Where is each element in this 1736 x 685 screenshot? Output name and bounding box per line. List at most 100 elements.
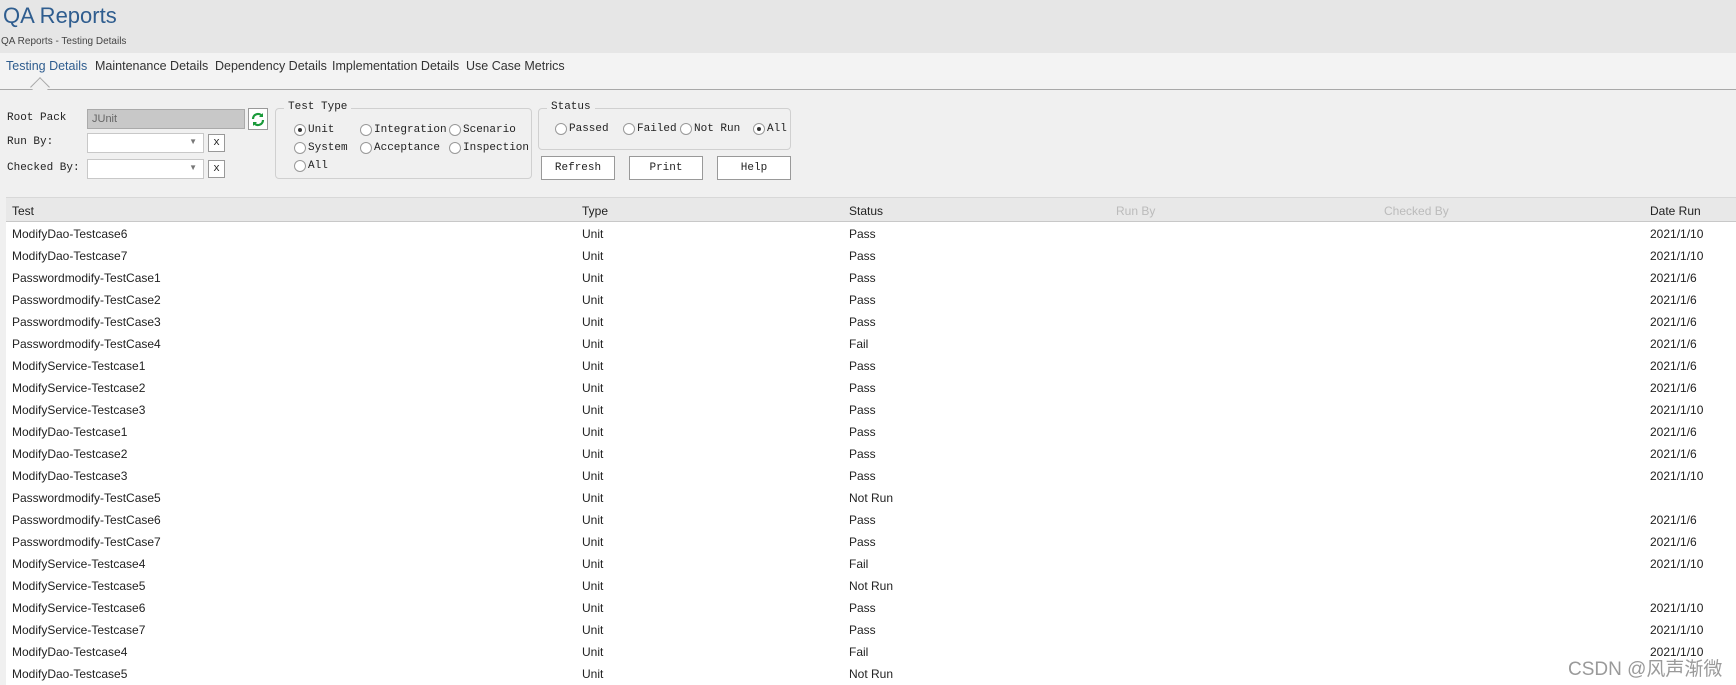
- tab-dependency-details[interactable]: Dependency Details: [215, 59, 327, 73]
- table-row[interactable]: Passwordmodify-TestCase6 Unit Pass 2021/1/6: [6, 509, 1736, 531]
- radio-label: Scenario: [463, 124, 516, 136]
- cell-status: Pass: [849, 447, 876, 461]
- radio-system[interactable]: System: [294, 142, 348, 154]
- breadcrumb: QA Reports - Testing Details: [1, 36, 127, 47]
- radio-unit[interactable]: Unit: [294, 124, 334, 136]
- radio-acceptance[interactable]: Acceptance: [360, 142, 440, 154]
- refresh-icon: [251, 112, 265, 127]
- radio-icon: [623, 123, 635, 135]
- table-row[interactable]: ModifyService-Testcase4 Unit Fail 2021/1/10: [6, 553, 1736, 575]
- radio-passed[interactable]: Passed: [555, 123, 609, 135]
- cell-type: Unit: [582, 623, 604, 637]
- table-row[interactable]: ModifyDao-Testcase1 Unit Pass 2021/1/6: [6, 421, 1736, 443]
- test-type-group: Test Type Unit Integration Scenario Syst…: [275, 101, 532, 179]
- cell-type: Unit: [582, 579, 604, 593]
- cell-test: ModifyDao-Testcase2: [12, 447, 128, 461]
- table-row[interactable]: Passwordmodify-TestCase1 Unit Pass 2021/1/6: [6, 267, 1736, 289]
- table-row[interactable]: ModifyService-Testcase5 Unit Not Run: [6, 575, 1736, 597]
- table-row[interactable]: ModifyDao-Testcase6 Unit Pass 2021/1/10: [6, 223, 1736, 245]
- table-row[interactable]: ModifyService-Testcase1 Unit Pass 2021/1/6: [6, 355, 1736, 377]
- root-package-field[interactable]: JUnit: [87, 109, 245, 129]
- column-header-status[interactable]: Status: [849, 204, 883, 218]
- cell-type: Unit: [582, 381, 604, 395]
- radio-icon: [360, 142, 372, 154]
- root-package-label: Root Pack: [7, 112, 67, 124]
- cell-type: Unit: [582, 403, 604, 417]
- radio-all-status[interactable]: All: [753, 123, 787, 135]
- radio-label: All: [308, 160, 328, 172]
- table-row[interactable]: ModifyDao-Testcase4 Unit Fail 2021/1/10: [6, 641, 1736, 663]
- radio-label: Passed: [569, 123, 609, 135]
- column-header-test[interactable]: Test: [12, 204, 34, 218]
- radio-failed[interactable]: Failed: [623, 123, 677, 135]
- table-row[interactable]: ModifyDao-Testcase7 Unit Pass 2021/1/10: [6, 245, 1736, 267]
- tab-implementation-details[interactable]: Implementation Details: [332, 59, 459, 73]
- table-row[interactable]: ModifyService-Testcase3 Unit Pass 2021/1/10: [6, 399, 1736, 421]
- column-header-checked-by[interactable]: Checked By: [1384, 204, 1449, 218]
- clear-checked-by-button[interactable]: x: [208, 160, 225, 178]
- checked-by-label: Checked By:: [7, 162, 80, 174]
- cell-date-run: 2021/1/6: [1650, 315, 1697, 329]
- table-row[interactable]: ModifyDao-Testcase3 Unit Pass 2021/1/10: [6, 465, 1736, 487]
- table-row[interactable]: Passwordmodify-TestCase2 Unit Pass 2021/1/6: [6, 289, 1736, 311]
- radio-label: Acceptance: [374, 142, 441, 154]
- help-button[interactable]: Help: [717, 156, 791, 180]
- table-row[interactable]: Passwordmodify-TestCase3 Unit Pass 2021/1/6: [6, 311, 1736, 333]
- cell-status: Pass: [849, 403, 876, 417]
- table-row[interactable]: ModifyService-Testcase7 Unit Pass 2021/1/10: [6, 619, 1736, 641]
- cell-date-run: 2021/1/6: [1650, 293, 1697, 307]
- column-header-type[interactable]: Type: [582, 204, 608, 218]
- tab-bar: Testing Details Maintenance Details Depe…: [0, 53, 1736, 97]
- table-row[interactable]: ModifyService-Testcase2 Unit Pass 2021/1/6: [6, 377, 1736, 399]
- cell-status: Pass: [849, 315, 876, 329]
- table-row[interactable]: Passwordmodify-TestCase5 Unit Not Run: [6, 487, 1736, 509]
- radio-icon: [449, 142, 461, 154]
- cell-status: Pass: [849, 623, 876, 637]
- cell-date-run: 2021/1/6: [1650, 513, 1697, 527]
- cell-status: Fail: [849, 557, 869, 571]
- column-header-run-by[interactable]: Run By: [1116, 204, 1155, 218]
- radio-integration[interactable]: Integration: [360, 124, 447, 136]
- run-by-combo[interactable]: ▼: [87, 133, 204, 153]
- table-row[interactable]: ModifyDao-Testcase2 Unit Pass 2021/1/6: [6, 443, 1736, 465]
- cell-status: Not Run: [849, 579, 894, 593]
- radio-inspection[interactable]: Inspection: [449, 142, 529, 154]
- cell-test: Passwordmodify-TestCase3: [12, 315, 161, 329]
- cell-date-run: 2021/1/10: [1650, 601, 1704, 615]
- tab-maintenance-details[interactable]: Maintenance Details: [95, 59, 208, 73]
- cell-status: Pass: [849, 381, 876, 395]
- refresh-button[interactable]: Refresh: [541, 156, 615, 180]
- cell-test: Passwordmodify-TestCase1: [12, 271, 161, 285]
- table-row[interactable]: ModifyService-Testcase6 Unit Pass 2021/1/10: [6, 597, 1736, 619]
- radio-scenario[interactable]: Scenario: [449, 124, 516, 136]
- table-row[interactable]: ModifyDao-Testcase5 Unit Not Run: [6, 663, 1736, 685]
- tab-use-case-metrics[interactable]: Use Case Metrics: [466, 59, 565, 73]
- checked-by-combo[interactable]: ▼: [87, 159, 204, 179]
- table-row[interactable]: Passwordmodify-TestCase4 Unit Fail 2021/1/6: [6, 333, 1736, 355]
- cell-test: Passwordmodify-TestCase5: [12, 491, 161, 505]
- cell-test: ModifyDao-Testcase3: [12, 469, 128, 483]
- table-row[interactable]: Passwordmodify-TestCase7 Unit Pass 2021/1/6: [6, 531, 1736, 553]
- cell-type: Unit: [582, 667, 604, 681]
- column-header-date-run[interactable]: Date Run: [1650, 204, 1701, 218]
- print-button[interactable]: Print: [629, 156, 703, 180]
- cell-type: Unit: [582, 271, 604, 285]
- cell-date-run: 2021/1/10: [1650, 227, 1704, 241]
- app-title: QA Reports: [3, 3, 117, 28]
- radio-icon: [294, 142, 306, 154]
- radio-all-types[interactable]: All: [294, 160, 328, 172]
- chevron-down-icon: ▼: [189, 137, 197, 146]
- watermark: CSDN @风声渐微: [1568, 659, 1723, 680]
- clear-run-by-button[interactable]: x: [208, 134, 225, 152]
- cell-type: Unit: [582, 425, 604, 439]
- refresh-root-button[interactable]: [248, 108, 268, 130]
- tab-testing-details[interactable]: Testing Details: [6, 59, 87, 73]
- cell-test: ModifyService-Testcase1: [12, 359, 146, 373]
- cell-status: Pass: [849, 601, 876, 615]
- cell-date-run: 2021/1/10: [1650, 469, 1704, 483]
- radio-not-run[interactable]: Not Run: [680, 123, 740, 135]
- cell-test: ModifyDao-Testcase1: [12, 425, 128, 439]
- cell-test: ModifyService-Testcase7: [12, 623, 146, 637]
- cell-type: Unit: [582, 293, 604, 307]
- cell-type: Unit: [582, 469, 604, 483]
